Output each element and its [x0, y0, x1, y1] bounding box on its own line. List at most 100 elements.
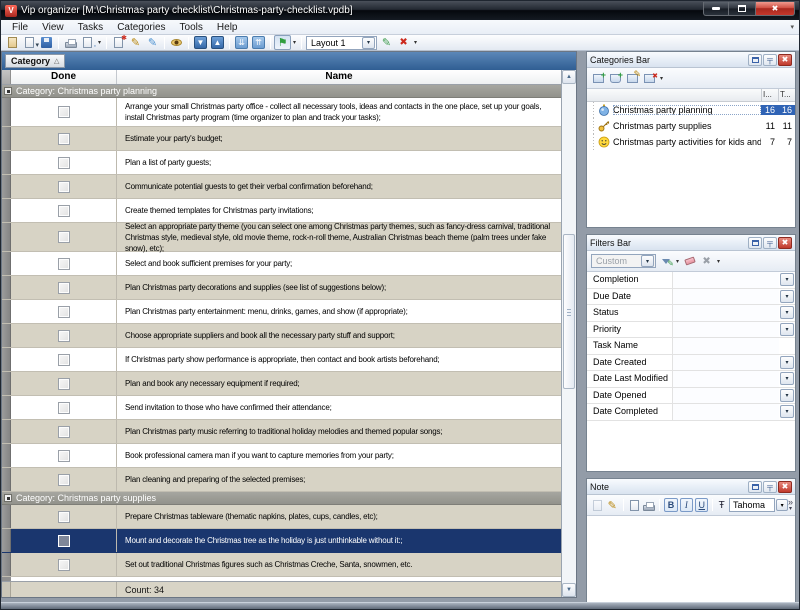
filters-close-button[interactable]: ✖ [778, 237, 792, 249]
categories-pin-button[interactable]: ╤ [763, 54, 777, 66]
collapse-icon[interactable] [4, 494, 12, 502]
add-category-icon[interactable]: + [590, 71, 607, 86]
task-row[interactable]: Select an appropriate party theme (you c… [2, 223, 561, 252]
font-combo-dropdown-icon[interactable]: ▾ [776, 499, 788, 511]
layout-overflow-icon[interactable]: ▾ [412, 39, 419, 46]
filter-value-field[interactable] [673, 355, 779, 371]
done-checkbox[interactable] [58, 511, 70, 523]
task-row[interactable]: Plan a list of party guests; [2, 151, 561, 175]
task-row[interactable]: Communicate potential guests to get thei… [2, 175, 561, 199]
task-row[interactable]: If Christmas party show performance is a… [2, 348, 561, 372]
close-button[interactable]: ✖ [755, 2, 795, 16]
task-row[interactable]: Select and book sufficient premises for … [2, 252, 561, 276]
task-row[interactable]: Plan Christmas party music referring to … [2, 420, 561, 444]
expand-all-icon[interactable]: ⇊ [233, 35, 250, 50]
scroll-up-icon[interactable]: ▲ [562, 70, 576, 84]
filter-dropdown-button[interactable]: ▾ [780, 273, 794, 286]
bold-button[interactable]: B [664, 498, 677, 512]
collapse-all-icon[interactable]: ⇈ [250, 35, 267, 50]
task-row[interactable]: Estimate your party's budget; [2, 127, 561, 151]
filter-value-field[interactable] [673, 404, 779, 420]
category-group-row[interactable]: Category: Christmas party supplies [2, 492, 561, 505]
flag-icon[interactable]: ⚑ [274, 35, 291, 50]
filter-value-field[interactable] [673, 371, 779, 387]
filters-toolbar-overflow-icon[interactable]: ▾ [715, 258, 722, 265]
task-row[interactable]: Arrange your small Christmas party offic… [2, 98, 561, 127]
print-note-icon[interactable] [642, 498, 657, 513]
italic-button[interactable]: I [680, 498, 693, 512]
done-checkbox[interactable] [58, 157, 70, 169]
group-by-category-button[interactable]: Category △ [5, 54, 65, 68]
filter-dropdown-button[interactable]: ▾ [780, 323, 794, 336]
paste-icon[interactable] [590, 498, 605, 513]
filter-value-field[interactable] [673, 322, 779, 338]
task-row[interactable]: Prepare Christmas tableware (thematic na… [2, 505, 561, 529]
menubar-overflow-icon[interactable]: ▾ [790, 23, 799, 31]
flag-dropdown-icon[interactable]: ▾ [291, 39, 298, 46]
grid-vertical-scrollbar[interactable]: ▲ ▼ [561, 70, 576, 597]
toolbar-overflow-icon[interactable]: ▾ [96, 39, 103, 46]
filter-value-field[interactable] [673, 289, 779, 305]
done-checkbox[interactable] [58, 133, 70, 145]
filter-preset-combo[interactable]: Custom ▾ [591, 254, 656, 268]
done-checkbox[interactable] [58, 354, 70, 366]
move-down-icon[interactable]: ▼ [192, 35, 209, 50]
new-document-icon[interactable] [4, 35, 21, 50]
categories-toolbar-overflow-icon[interactable]: ▾ [658, 75, 665, 82]
note-pin-button[interactable]: ╤ [763, 481, 777, 493]
layout-combo[interactable]: Layout 1 ▾ [306, 36, 377, 50]
filter-dropdown-button[interactable]: ▾ [780, 405, 794, 418]
task-row[interactable]: Create themed templates for Christmas pa… [2, 199, 561, 223]
category-group-row[interactable]: Category: Christmas party planning [2, 85, 561, 98]
count-column-2-header[interactable]: T... [778, 89, 795, 101]
show-completed-eye-icon[interactable] [168, 35, 185, 50]
font-combo[interactable]: Tahoma [729, 498, 775, 512]
filter-dropdown-button[interactable]: ▾ [780, 290, 794, 303]
filter-dropdown-button[interactable]: ▾ [780, 306, 794, 319]
filter-value-field[interactable] [673, 305, 779, 321]
filter-value-field[interactable] [673, 388, 779, 404]
task-row[interactable]: Plan and book any necessary equipment if… [2, 372, 561, 396]
filter-value-field[interactable] [673, 338, 779, 354]
task-row[interactable]: Plan Christmas party decorations and sup… [2, 276, 561, 300]
menu-categories[interactable]: Categories [110, 20, 172, 35]
underline-button[interactable]: U [695, 498, 708, 512]
insert-object-icon[interactable] [627, 498, 642, 513]
done-checkbox[interactable] [58, 559, 70, 571]
task-row[interactable]: Book professional camera man if you want… [2, 444, 561, 468]
menu-tools[interactable]: Tools [173, 20, 210, 35]
menu-help[interactable]: Help [210, 20, 245, 35]
move-up-icon[interactable]: ▲ [209, 35, 226, 50]
hyperlink-icon[interactable]: ✎ [605, 498, 620, 513]
save-icon[interactable] [38, 35, 55, 50]
task-row[interactable]: Plan Christmas party entertainment: menu… [2, 300, 561, 324]
delete-layout-icon[interactable]: ✖ [395, 35, 412, 50]
menu-view[interactable]: View [35, 20, 71, 35]
task-row[interactable]: Set out traditional Christmas figures su… [2, 553, 561, 577]
done-checkbox[interactable] [58, 306, 70, 318]
categories-close-button[interactable]: ✖ [778, 54, 792, 66]
add-subcategory-icon[interactable]: + [607, 71, 624, 86]
done-checkbox[interactable] [58, 402, 70, 414]
new-task-icon[interactable]: ✱ [110, 35, 127, 50]
delete-filter-icon[interactable]: ✖ [698, 254, 715, 269]
filters-pin-button[interactable]: ╤ [763, 237, 777, 249]
done-checkbox[interactable] [58, 450, 70, 462]
save-layout-icon[interactable]: ✎ [378, 35, 395, 50]
filter-dropdown-button[interactable]: ▾ [780, 372, 794, 385]
done-checkbox[interactable] [58, 181, 70, 193]
filter-dropdown-button[interactable]: ▾ [780, 356, 794, 369]
collapse-icon[interactable] [4, 87, 12, 95]
done-checkbox[interactable] [58, 330, 70, 342]
column-header-done[interactable]: Done [11, 70, 117, 84]
print-preview-icon[interactable]: ◦ [79, 35, 96, 50]
done-checkbox[interactable] [58, 378, 70, 390]
scrollbar-thumb[interactable] [563, 234, 575, 389]
menu-file[interactable]: File [5, 20, 35, 35]
clear-filter-icon[interactable] [681, 254, 698, 269]
task-row[interactable]: Mount and decorate the Christmas tree as… [2, 529, 561, 553]
done-checkbox[interactable] [58, 474, 70, 486]
done-checkbox[interactable] [58, 282, 70, 294]
delete-category-icon[interactable]: ✖ [641, 71, 658, 86]
open-document-icon[interactable]: ▾ [21, 35, 38, 50]
